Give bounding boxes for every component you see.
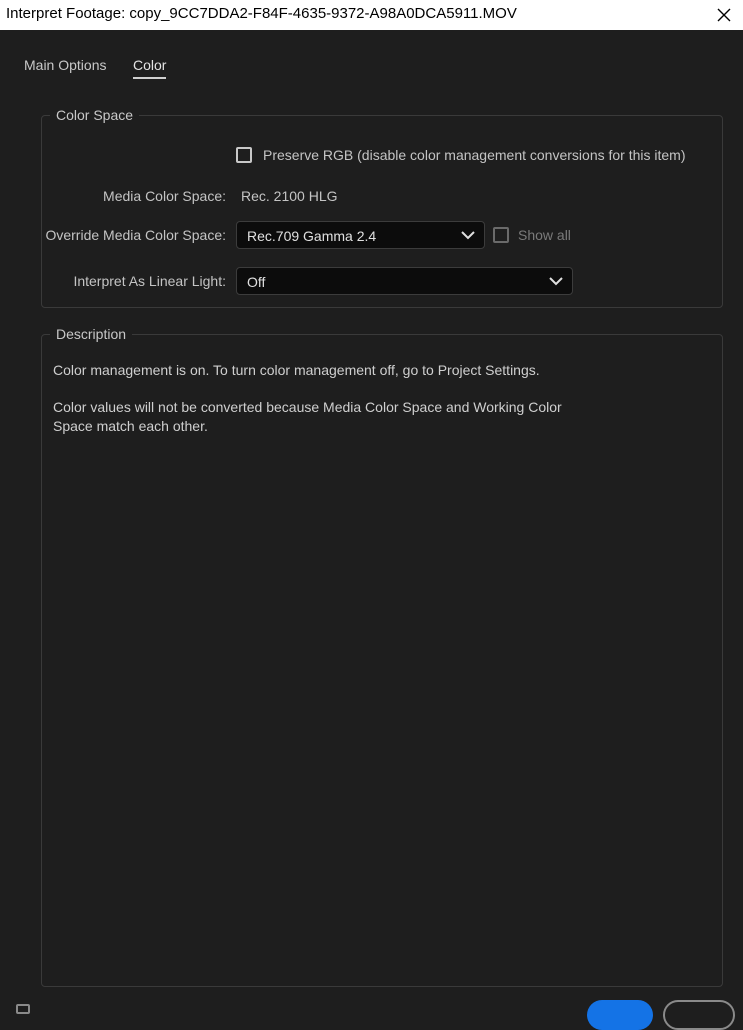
tab-main-options[interactable]: Main Options <box>24 57 106 73</box>
override-media-color-space-selected: Rec.709 Gamma 2.4 <box>247 228 377 244</box>
media-color-space-value: Rec. 2100 HLG <box>241 188 338 204</box>
title-bar: Interpret Footage: copy_9CC7DDA2-F84F-46… <box>0 0 743 30</box>
tab-bar: Main Options Color <box>0 30 743 80</box>
color-space-legend: Color Space <box>56 107 134 123</box>
window-title: Interpret Footage: copy_9CC7DDA2-F84F-46… <box>6 5 517 22</box>
interpret-linear-light-dropdown[interactable]: Off <box>236 267 573 295</box>
tab-color[interactable]: Color <box>133 57 167 79</box>
footer-checkbox[interactable] <box>16 1004 30 1014</box>
interpret-linear-light-label: Interpret As Linear Light: <box>73 273 226 289</box>
show-all-checkbox[interactable] <box>493 227 509 243</box>
interpret-linear-light-selected: Off <box>247 274 266 290</box>
description-legend: Description <box>56 326 127 342</box>
chevron-down-icon <box>461 231 475 240</box>
override-media-color-space-label: Override Media Color Space: <box>45 227 226 243</box>
description-line-1: Color management is on. To turn color ma… <box>53 362 540 378</box>
cancel-button[interactable] <box>663 1000 735 1030</box>
description-line-2: Color values will not be converted becau… <box>53 399 562 434</box>
show-all-label: Show all <box>518 227 571 243</box>
ok-button[interactable] <box>587 1000 653 1030</box>
chevron-down-icon <box>549 277 563 286</box>
close-icon[interactable] <box>707 0 741 30</box>
media-color-space-label: Media Color Space: <box>103 188 226 204</box>
preserve-rgb-checkbox[interactable] <box>236 147 252 163</box>
override-media-color-space-dropdown[interactable]: Rec.709 Gamma 2.4 <box>236 221 485 249</box>
preserve-rgb-label: Preserve RGB (disable color management c… <box>263 147 686 163</box>
